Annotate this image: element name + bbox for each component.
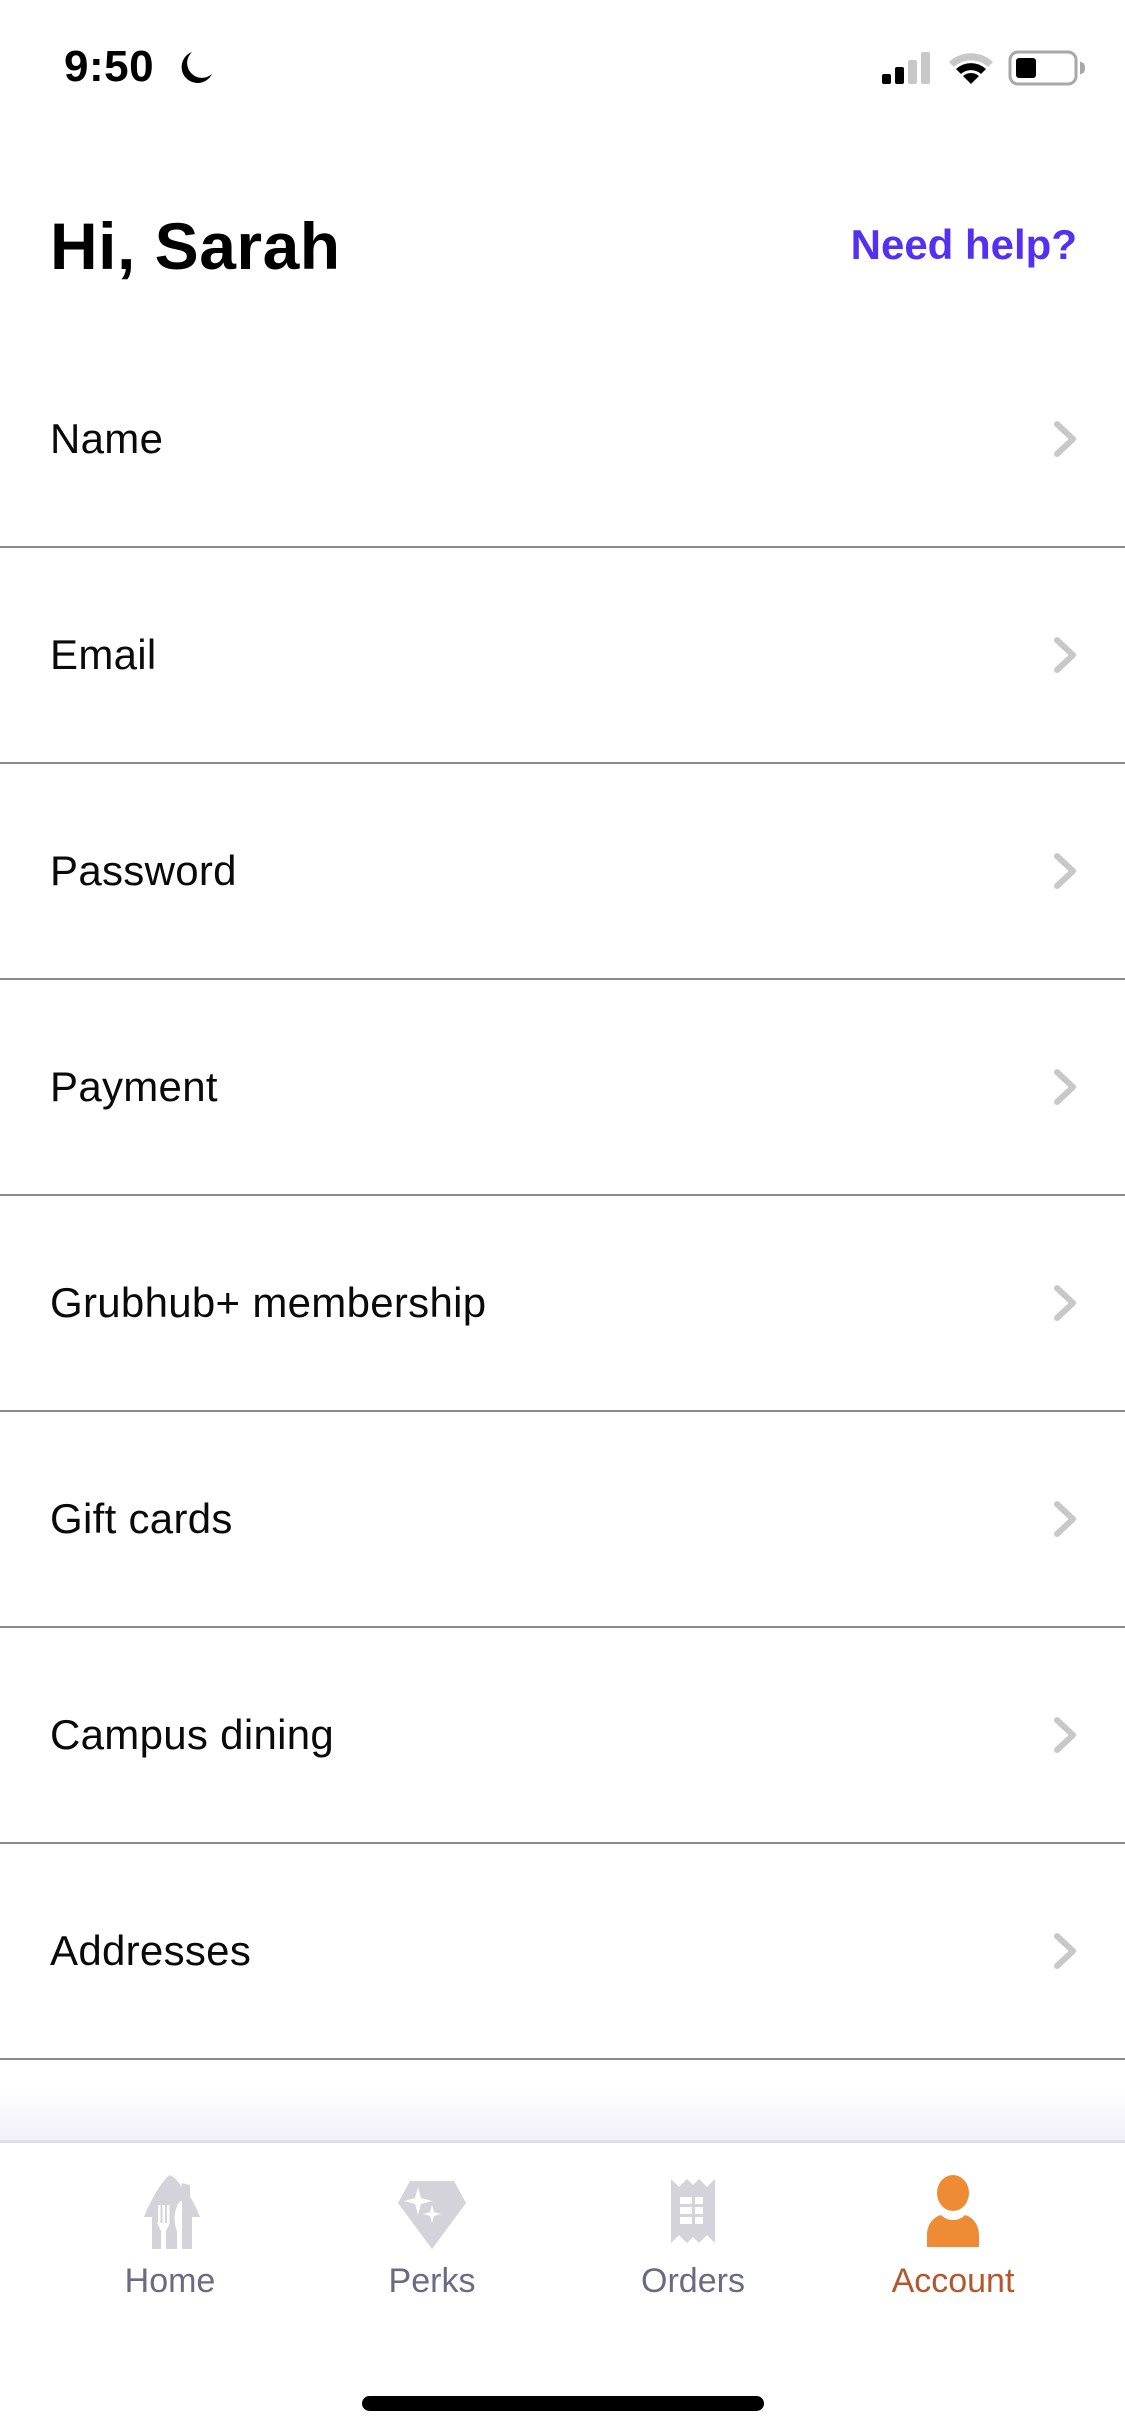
need-help-link[interactable]: Need help? — [851, 220, 1077, 270]
menu-item-membership[interactable]: Grubhub+ membership — [0, 1196, 1125, 1412]
menu-item-payment[interactable]: Payment — [0, 980, 1125, 1196]
menu-item-label: Email — [50, 631, 157, 678]
home-indicator[interactable] — [362, 2396, 764, 2411]
status-time: 9:50 — [64, 42, 155, 91]
tab-perks[interactable]: Perks — [322, 2171, 542, 2321]
menu-item-label: Password — [50, 847, 237, 894]
menu-item-label: Name — [50, 415, 164, 462]
menu-item-email[interactable]: Email — [0, 548, 1125, 764]
page-title: Hi, Sarah — [50, 209, 341, 283]
menu-item-gift-cards[interactable]: Gift cards — [0, 1412, 1125, 1628]
chevron-right-icon — [1054, 1501, 1076, 1537]
menu-item-name[interactable]: Name — [0, 332, 1125, 548]
status-bar: 9:50 — [0, 0, 1125, 120]
cellular-signal-icon — [882, 52, 930, 84]
menu-item-password[interactable]: Password — [0, 764, 1125, 980]
tab-account[interactable]: Account — [843, 2171, 1063, 2321]
chevron-right-icon — [1054, 1285, 1076, 1321]
chevron-right-icon — [1054, 637, 1076, 673]
battery-icon — [1008, 50, 1085, 86]
tab-label: Home — [124, 2262, 216, 2300]
menu-item-label: Payment — [50, 1063, 218, 1110]
person-icon — [927, 2175, 979, 2247]
tab-label: Account — [891, 2262, 1015, 2300]
chevron-right-icon — [1054, 421, 1076, 457]
menu-item-label: Grubhub+ membership — [50, 1279, 487, 1326]
diamond-sparkle-icon — [398, 2181, 466, 2249]
menu-item-label: Campus dining — [50, 1711, 335, 1758]
chevron-right-icon — [1054, 1717, 1076, 1753]
home-fork-knife-icon — [144, 2175, 200, 2251]
tab-home[interactable]: Home — [60, 2171, 280, 2321]
menu-item-label: Gift cards — [50, 1495, 233, 1542]
tab-label: Orders — [641, 2262, 745, 2300]
menu-item-campus-dining[interactable]: Campus dining — [0, 1628, 1125, 1844]
chevron-right-icon — [1054, 1933, 1076, 1969]
bottom-tab-bar: Home Perks Orders Account — [0, 2140, 1125, 2436]
tab-orders[interactable]: Orders — [583, 2171, 803, 2321]
menu-item-label: Addresses — [50, 1927, 252, 1974]
chevron-right-icon — [1054, 853, 1076, 889]
moon-icon — [181, 52, 212, 83]
account-menu-list: Name Email Password Payment Grubhub+ mem… — [0, 332, 1125, 2060]
page-header: Hi, Sarah Need help? — [0, 180, 1125, 300]
wifi-icon — [949, 53, 993, 84]
tab-label: Perks — [388, 2262, 476, 2300]
chevron-right-icon — [1054, 1069, 1076, 1105]
receipt-icon — [671, 2179, 715, 2243]
tab-bar-shadow — [0, 2090, 1125, 2140]
account-screen: 9:50 Hi, Sarah Need help? Name Email Pas… — [0, 0, 1125, 2436]
menu-item-addresses[interactable]: Addresses — [0, 1844, 1125, 2060]
